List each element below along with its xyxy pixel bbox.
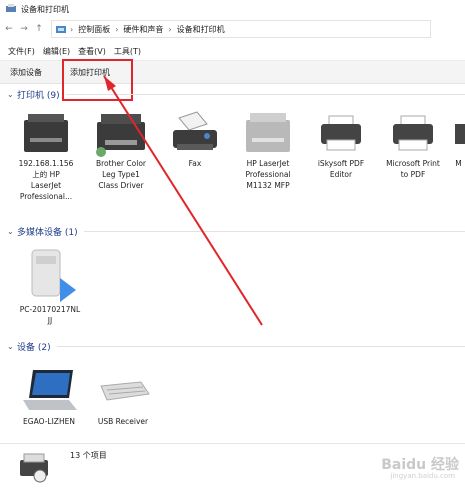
group-printers-header[interactable]: ⌄ 打印机 (9) xyxy=(7,88,465,101)
device-label: EGAO-LIZHEN xyxy=(23,417,75,426)
up-button[interactable]: ↑ xyxy=(33,23,45,35)
printer-item-ms-print-pdf[interactable]: Microsoft Print to PDF xyxy=(380,108,446,180)
device-item-usb-receiver[interactable]: USB Receiver xyxy=(88,362,158,427)
back-button[interactable]: ← xyxy=(3,23,15,35)
mfp-printer-icon xyxy=(96,114,145,157)
address-bar: ← → ↑ › 控制面板 › 硬件和声音 › 设备和打印机 xyxy=(0,20,465,38)
printer-item-fax[interactable]: Fax xyxy=(168,108,222,169)
printer-label-line: Brother Color xyxy=(95,159,146,168)
printer-label-line: Professional... xyxy=(19,192,73,201)
window-title: 设备和打印机 xyxy=(21,4,69,14)
printer-label-line: Fax xyxy=(188,159,202,168)
forward-button[interactable]: → xyxy=(18,23,30,35)
printer-label-line: LaserJet xyxy=(30,181,62,190)
printer-label-line: M1132 MFP xyxy=(246,181,290,190)
breadcrumb-sep: › xyxy=(115,24,119,34)
divider xyxy=(65,94,465,95)
chevron-down-icon: ⌄ xyxy=(7,227,14,236)
media-label-line: PC-20170217NL xyxy=(19,305,81,314)
device-label: USB Receiver xyxy=(97,417,149,426)
laser-printer-icon xyxy=(24,114,68,152)
printer-label-line: Class Driver xyxy=(98,181,144,190)
group-media-header[interactable]: ⌄ 多媒体设备 (1) xyxy=(7,225,465,238)
device-item-laptop[interactable]: EGAO-LIZHEN xyxy=(14,362,84,427)
printer-item-brother[interactable]: Brother Color Leg Type1 Class Driver xyxy=(88,108,154,191)
add-device-button[interactable]: 添加设备 xyxy=(10,67,42,78)
item-count: 13 个项目 xyxy=(70,451,107,460)
divider xyxy=(83,231,465,232)
menu-file[interactable]: 文件(F) xyxy=(8,46,35,57)
menu-tools[interactable]: 工具(T) xyxy=(114,46,141,57)
chevron-down-icon: ⌄ xyxy=(7,90,14,99)
breadcrumb-sep: › xyxy=(70,24,74,34)
printer-label-line: to PDF xyxy=(400,170,426,179)
menu-view[interactable]: 查看(V) xyxy=(78,46,106,57)
printer-icon xyxy=(321,115,361,151)
printer-label-line: 上的 HP xyxy=(32,170,60,179)
breadcrumb-control-panel[interactable]: 控制面板 xyxy=(78,24,110,35)
printer-item-cutoff[interactable]: M xyxy=(452,108,465,169)
group-devices-header[interactable]: ⌄ 设备 (2) xyxy=(7,340,465,353)
title-bar: 设备和打印机 xyxy=(0,0,465,18)
laser-printer-icon xyxy=(246,113,290,152)
printer-label-line: HP LaserJet xyxy=(246,159,290,168)
printer-label-line: Editor xyxy=(329,170,353,179)
printer-label-line: Leg Type1 xyxy=(102,170,140,179)
chevron-down-icon: ⌄ xyxy=(7,342,14,351)
devices-printers-icon xyxy=(6,4,16,12)
breadcrumb-sep: › xyxy=(168,24,172,34)
media-server-icon xyxy=(31,249,76,302)
printer-label-line: M xyxy=(455,159,462,168)
watermark-url: jingyan.baidu.com xyxy=(390,472,455,480)
divider xyxy=(56,346,465,347)
group-printers-title: 打印机 (9) xyxy=(17,91,60,101)
laptop-icon xyxy=(23,370,77,410)
control-panel-icon xyxy=(56,25,66,33)
fax-icon xyxy=(173,111,217,150)
breadcrumb-devices-printers[interactable]: 设备和打印机 xyxy=(177,24,225,35)
breadcrumb-hardware-sound[interactable]: 硬件和声音 xyxy=(123,24,163,35)
group-media-title: 多媒体设备 (1) xyxy=(17,228,78,238)
printer-label-line: Microsoft Print xyxy=(386,159,440,168)
printer-camera-icon xyxy=(20,453,48,483)
printer-label-line: Professional xyxy=(245,170,291,179)
media-label-line: JJ xyxy=(47,316,53,325)
media-item-pc[interactable]: PC-20170217NL JJ xyxy=(14,244,86,326)
menu-edit[interactable]: 编辑(E) xyxy=(43,46,70,57)
printer-item-hp-network[interactable]: 192.168.1.156 上的 HP LaserJet Professiona… xyxy=(16,108,76,202)
printer-item-iskysoft[interactable]: iSkysoft PDF Editor xyxy=(310,108,372,180)
breadcrumb[interactable]: › 控制面板 › 硬件和声音 › 设备和打印机 xyxy=(51,20,431,38)
printer-icon xyxy=(393,115,433,151)
printer-label-line: iSkysoft PDF xyxy=(317,159,365,168)
group-devices-title: 设备 (2) xyxy=(17,343,51,353)
printer-item-hp-m1132[interactable]: HP LaserJet Professional M1132 MFP xyxy=(236,108,300,191)
printer-label-line: 192.168.1.156 xyxy=(18,159,74,168)
watermark-logo: Baidu 经验 xyxy=(381,457,459,473)
keyboard-icon xyxy=(100,381,150,401)
menu-bar: 文件(F) 编辑(E) 查看(V) 工具(T) xyxy=(0,44,465,58)
printer-icon xyxy=(455,124,465,144)
